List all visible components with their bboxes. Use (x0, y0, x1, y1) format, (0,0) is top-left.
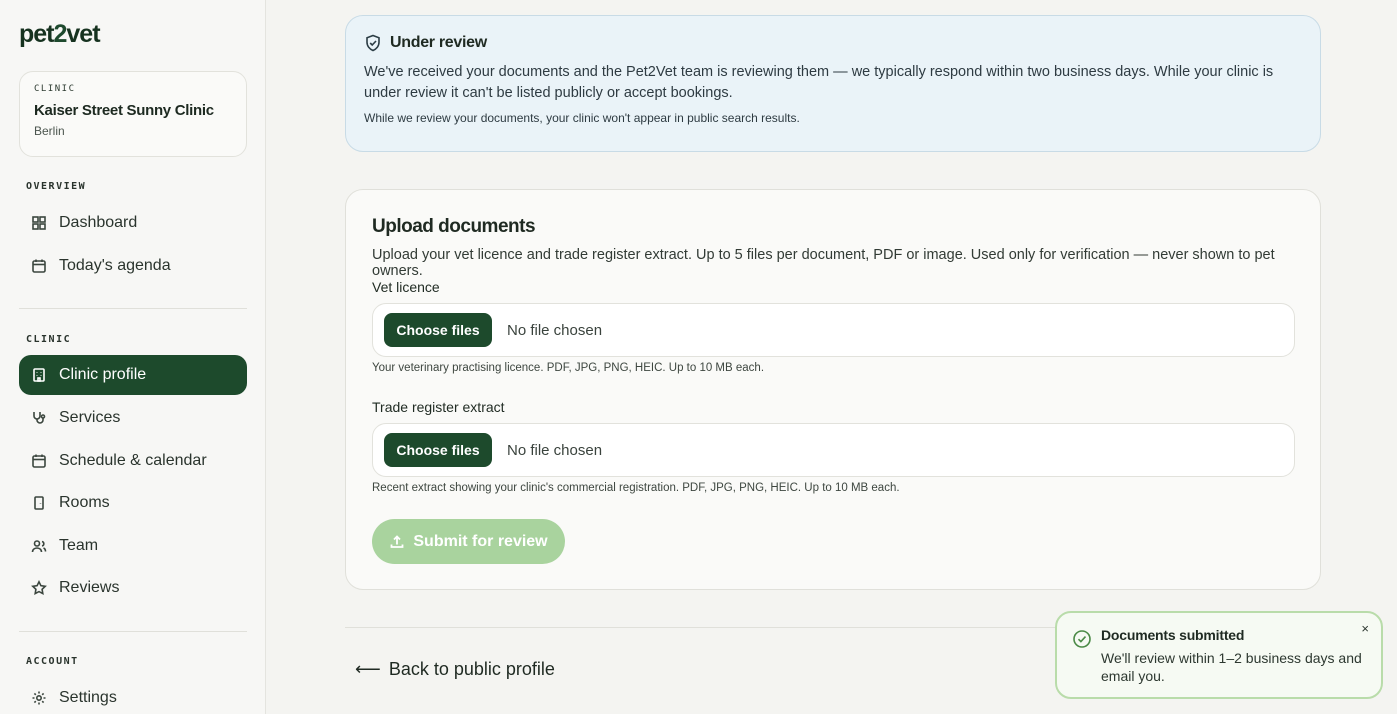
under-review-banner: Under review We've received your documen… (345, 15, 1321, 152)
trade-register-help: Recent extract showing your clinic's com… (372, 482, 900, 494)
arrow-left-icon: ⟵ (355, 659, 381, 679)
sidebar-item-team[interactable]: Team (19, 526, 247, 566)
close-icon[interactable]: × (1361, 621, 1369, 636)
shield-check-icon (366, 34, 380, 52)
upload-title: Upload documents (372, 216, 536, 237)
sidebar: pet2vet CLINIC Kaiser Street Sunny Clini… (0, 0, 266, 714)
logo-part: vet (66, 20, 100, 48)
section-label-overview: OVERVIEW (26, 181, 87, 192)
calendar-icon (31, 258, 47, 274)
success-toast: Documents submitted We'll review within … (1055, 611, 1383, 699)
banner-note: While we review your documents, your cli… (364, 111, 800, 125)
star-icon (31, 580, 47, 596)
dashboard-icon (31, 215, 47, 231)
sidebar-item-todays-agenda[interactable]: Today's agenda (19, 246, 247, 286)
sidebar-item-label: Team (59, 537, 99, 554)
sidebar-item-label: Schedule & calendar (59, 452, 207, 469)
sidebar-item-schedule-calendar[interactable]: Schedule & calendar (19, 441, 247, 481)
upload-documents-card: Upload documents Upload your vet licence… (345, 189, 1321, 590)
sidebar-divider (19, 308, 247, 309)
stethoscope-icon (31, 410, 47, 426)
upload-icon (390, 534, 404, 548)
clinic-city: Berlin (34, 124, 65, 138)
calendar-icon (31, 453, 47, 469)
logo-part: pet (19, 20, 54, 48)
section-label-clinic: CLINIC (26, 334, 72, 345)
sidebar-item-label: Settings (59, 689, 117, 706)
clinic-switcher-card[interactable]: CLINIC Kaiser Street Sunny Clinic Berlin (19, 71, 247, 157)
trade-register-file-status: No file chosen (507, 441, 603, 459)
sidebar-divider (19, 631, 247, 632)
sidebar-item-rooms[interactable]: Rooms (19, 483, 247, 523)
sidebar-item-clinic-profile[interactable]: Clinic profile (19, 355, 247, 395)
sidebar-item-settings[interactable]: Settings (19, 678, 247, 714)
banner-header: Under review (364, 34, 1302, 52)
trade-register-label: Trade register extract (372, 399, 505, 415)
check-circle-icon (1072, 629, 1092, 649)
submit-for-review-button[interactable]: Submit for review (372, 519, 565, 564)
vet-licence-choose-files-button[interactable]: Choose files (384, 313, 492, 347)
sidebar-item-label: Services (59, 409, 121, 426)
sidebar-item-dashboard[interactable]: Dashboard (19, 203, 247, 243)
vet-licence-file-status: No file chosen (507, 321, 603, 339)
banner-body: We've received your documents and the Pe… (364, 64, 1274, 101)
toast-title: Documents submitted (1101, 627, 1245, 643)
back-to-public-profile-link[interactable]: ⟵ Back to public profile (355, 659, 555, 680)
building-icon (31, 367, 47, 383)
vet-licence-file-input[interactable]: Choose files No file chosen (372, 303, 1295, 357)
toast-message: We'll review within 1–2 business days an… (1101, 650, 1362, 684)
pet2vet-logo[interactable]: pet2vet (19, 20, 101, 49)
section-label-account: ACCOUNT (26, 656, 79, 667)
sidebar-item-label: Clinic profile (59, 366, 147, 383)
logo-part: 2 (53, 20, 68, 48)
users-icon (31, 538, 47, 554)
back-link-label: Back to public profile (388, 659, 555, 679)
trade-register-file-input[interactable]: Choose files No file chosen (372, 423, 1295, 477)
clinic-card-eyebrow: CLINIC (34, 84, 76, 94)
door-icon (31, 495, 47, 511)
trade-register-choose-files-button[interactable]: Choose files (384, 433, 492, 467)
sidebar-item-label: Reviews (59, 579, 120, 596)
sidebar-item-reviews[interactable]: Reviews (19, 568, 247, 608)
upload-description: Upload your vet licence and trade regist… (372, 247, 1275, 279)
vet-licence-help: Your veterinary practising licence. PDF,… (372, 362, 765, 374)
sidebar-item-services[interactable]: Services (19, 398, 247, 438)
sidebar-item-label: Rooms (59, 494, 110, 511)
submit-label: Submit for review (413, 532, 548, 550)
clinic-name: Kaiser Street Sunny Clinic (34, 102, 214, 119)
sidebar-item-label: Today's agenda (59, 257, 171, 274)
gear-icon (31, 690, 47, 706)
vet-licence-label: Vet licence (372, 279, 440, 295)
banner-title: Under review (390, 34, 487, 51)
sidebar-item-label: Dashboard (59, 214, 138, 231)
